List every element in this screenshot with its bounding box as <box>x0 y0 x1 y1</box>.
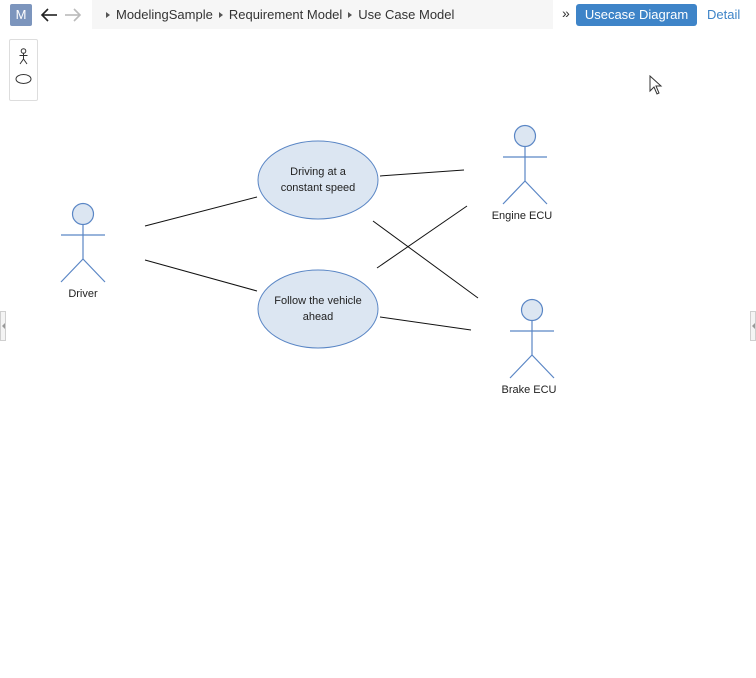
actor-engine-ecu-icon[interactable] <box>502 124 548 205</box>
association-driver-uc1[interactable] <box>144 196 258 227</box>
usecase-label-line: Driving at a <box>290 166 346 178</box>
actor-driver-icon[interactable] <box>60 202 106 283</box>
usecase-label: Driving at a constant speed <box>258 164 378 196</box>
association-uc2-brake[interactable] <box>379 316 472 331</box>
usecase-label: Follow the vehicle ahead <box>258 293 378 325</box>
actor-brake-ecu-icon[interactable] <box>509 298 555 379</box>
actor-label-engine-ecu: Engine ECU <box>491 210 553 222</box>
usecase-label-line: ahead <box>302 311 334 323</box>
mouse-cursor-icon <box>649 74 663 100</box>
association-driver-uc2[interactable] <box>144 259 258 292</box>
diagram-canvas[interactable] <box>0 0 756 678</box>
usecase-label-line: Follow the vehicle <box>274 295 362 307</box>
actor-label-driver: Driver <box>68 288 98 300</box>
association-uc2-engine[interactable] <box>376 205 468 269</box>
actor-label-brake-ecu: Brake ECU <box>501 384 557 396</box>
usecase-label-line: constant speed <box>280 182 356 194</box>
association-uc1-engine[interactable] <box>379 169 465 177</box>
